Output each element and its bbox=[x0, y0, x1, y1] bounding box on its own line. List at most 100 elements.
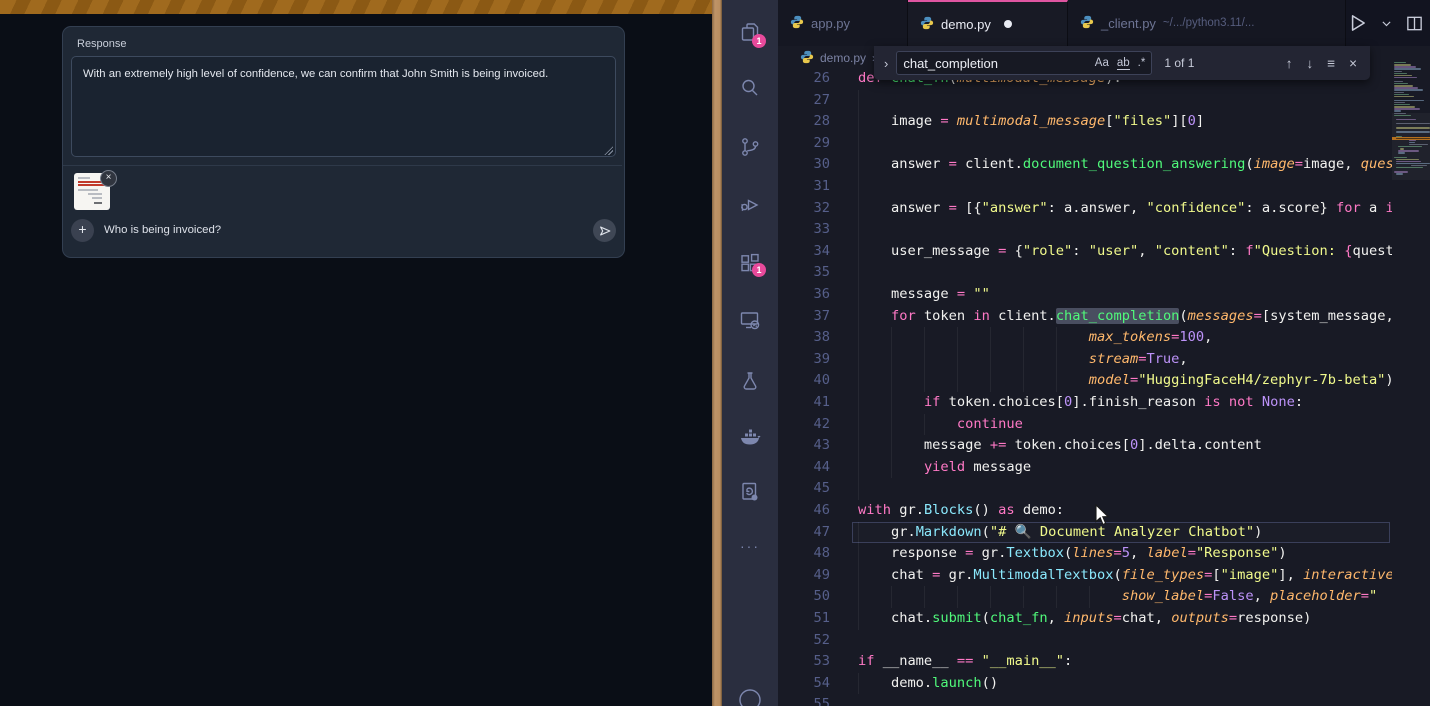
line-number[interactable]: 27 bbox=[798, 90, 830, 112]
line-number[interactable]: 47 bbox=[798, 522, 830, 544]
modified-dot-icon[interactable] bbox=[1004, 20, 1012, 28]
line-number[interactable]: 35 bbox=[798, 262, 830, 284]
code-line[interactable]: 42 continue bbox=[778, 414, 1392, 436]
code-line[interactable]: 35 bbox=[778, 262, 1392, 284]
line-number[interactable]: 28 bbox=[798, 111, 830, 133]
line-number[interactable]: 32 bbox=[798, 198, 830, 220]
testing-icon[interactable] bbox=[738, 369, 762, 393]
find-in-selection-icon[interactable]: ≡ bbox=[1324, 56, 1338, 71]
code-line[interactable]: 52 bbox=[778, 630, 1392, 652]
code-line[interactable]: 48 response = gr.Textbox(lines=5, label=… bbox=[778, 543, 1392, 565]
code-line[interactable]: 43 message += token.choices[0].delta.con… bbox=[778, 435, 1392, 457]
code-editor[interactable]: 26def chat_fn(multimodal_message):2728 i… bbox=[778, 46, 1392, 706]
code-line[interactable]: 36 message = "" bbox=[778, 284, 1392, 306]
code-line[interactable]: 47 gr.Markdown("# 🔍 Document Analyzer Ch… bbox=[778, 522, 1392, 544]
response-textarea[interactable]: With an extremely high level of confiden… bbox=[71, 56, 616, 157]
line-number[interactable]: 29 bbox=[798, 133, 830, 155]
find-input[interactable]: chat_completion Aa ab .* bbox=[896, 51, 1152, 75]
add-file-button[interactable]: + bbox=[71, 219, 94, 242]
line-number[interactable]: 37 bbox=[798, 306, 830, 328]
docker-icon[interactable] bbox=[738, 425, 762, 449]
run-file-icon[interactable] bbox=[1346, 12, 1368, 34]
code-line[interactable]: 51 chat.submit(chat_fn, inputs=chat, out… bbox=[778, 608, 1392, 630]
line-number[interactable]: 26 bbox=[798, 68, 830, 90]
tab-client-py[interactable]: _client.py ~/.../python3.11/... bbox=[1068, 0, 1346, 46]
code-line[interactable]: 41 if token.choices[0].finish_reason is … bbox=[778, 392, 1392, 414]
whole-word-icon[interactable]: ab bbox=[1117, 57, 1130, 70]
code-line[interactable]: 53if __name__ == "__main__": bbox=[778, 651, 1392, 673]
code-line[interactable]: 46 with gr.Blocks() as demo: bbox=[778, 500, 1392, 522]
line-number[interactable]: 44 bbox=[798, 457, 830, 479]
code-line[interactable]: 33 bbox=[778, 219, 1392, 241]
search-icon[interactable] bbox=[738, 76, 762, 100]
code-line[interactable]: 38 max_tokens=100, bbox=[778, 327, 1392, 349]
code-line[interactable]: 44 yield message bbox=[778, 457, 1392, 479]
minimap-line bbox=[1394, 94, 1409, 95]
code-line[interactable]: 55 bbox=[778, 694, 1392, 706]
explorer-icon[interactable]: 1 bbox=[738, 20, 762, 44]
textarea-resize-grip[interactable] bbox=[604, 146, 613, 155]
code-line[interactable]: 45 bbox=[778, 478, 1392, 500]
line-number[interactable]: 52 bbox=[798, 630, 830, 652]
line-number[interactable]: 40 bbox=[798, 370, 830, 392]
line-number[interactable]: 46 bbox=[798, 500, 830, 522]
line-number[interactable]: 30 bbox=[798, 154, 830, 176]
find-replace-toggle-chevron-icon[interactable]: › bbox=[884, 56, 888, 71]
run-dropdown-chevron-icon[interactable] bbox=[1380, 17, 1393, 30]
line-number[interactable]: 51 bbox=[798, 608, 830, 630]
activity-bar: 1 1 bbox=[722, 0, 778, 706]
code-line[interactable]: 37 for token in client.chat_completion(m… bbox=[778, 306, 1392, 328]
code-line[interactable]: 30 answer = client.document_question_ans… bbox=[778, 154, 1392, 176]
minimap-line bbox=[1394, 110, 1401, 111]
line-number[interactable]: 34 bbox=[798, 241, 830, 263]
line-number[interactable]: 49 bbox=[798, 565, 830, 587]
line-number[interactable]: 41 bbox=[798, 392, 830, 414]
line-number[interactable]: 43 bbox=[798, 435, 830, 457]
run-debug-icon[interactable] bbox=[738, 193, 762, 217]
line-number[interactable]: 55 bbox=[798, 694, 830, 706]
line-number[interactable]: 50 bbox=[798, 586, 830, 608]
code-line[interactable]: 29 bbox=[778, 133, 1392, 155]
split-editor-icon[interactable] bbox=[1405, 14, 1424, 33]
tab-app-py[interactable]: app.py bbox=[778, 0, 908, 46]
source-control-icon[interactable] bbox=[738, 135, 762, 159]
line-number[interactable]: 54 bbox=[798, 673, 830, 695]
code-line[interactable]: 27 bbox=[778, 90, 1392, 112]
code-line[interactable]: 40 model="HuggingFaceH4/zephyr-7b-beta") bbox=[778, 370, 1392, 392]
line-number[interactable]: 31 bbox=[798, 176, 830, 198]
find-close-icon[interactable]: × bbox=[1346, 56, 1360, 71]
regex-icon[interactable]: .* bbox=[1138, 57, 1146, 69]
line-number[interactable]: 42 bbox=[798, 414, 830, 436]
code-line[interactable]: 28 image = multimodal_message["files"][0… bbox=[778, 111, 1392, 133]
code-line[interactable]: 49 chat = gr.MultimodalTextbox(file_type… bbox=[778, 565, 1392, 587]
code-line[interactable]: 54 demo.launch() bbox=[778, 673, 1392, 695]
tab-demo-py[interactable]: demo.py bbox=[908, 0, 1068, 46]
send-button[interactable] bbox=[593, 219, 616, 242]
file-gear-icon[interactable] bbox=[738, 480, 762, 504]
line-number[interactable]: 39 bbox=[798, 349, 830, 371]
code-line[interactable]: 34 user_message = {"role": "user", "cont… bbox=[778, 241, 1392, 263]
code-line[interactable]: 39 stream=True, bbox=[778, 349, 1392, 371]
minimap-line bbox=[1396, 136, 1402, 137]
line-number[interactable]: 33 bbox=[798, 219, 830, 241]
find-previous-icon[interactable]: ↑ bbox=[1283, 56, 1296, 71]
line-number[interactable]: 38 bbox=[798, 327, 830, 349]
find-next-icon[interactable]: ↓ bbox=[1303, 56, 1316, 71]
match-case-icon[interactable]: Aa bbox=[1095, 57, 1109, 69]
account-icon[interactable] bbox=[738, 686, 762, 706]
line-number[interactable]: 36 bbox=[798, 284, 830, 306]
code-line[interactable]: 50 show_label=False, placeholder=" bbox=[778, 586, 1392, 608]
code-line[interactable]: 32 answer = [{"answer": a.answer, "confi… bbox=[778, 198, 1392, 220]
code-line[interactable]: 31 bbox=[778, 176, 1392, 198]
extensions-icon[interactable]: 1 bbox=[738, 251, 762, 275]
multimodal-input-text[interactable]: Who is being invoiced? bbox=[104, 224, 221, 236]
attachment-close-icon[interactable]: × bbox=[100, 170, 117, 187]
line-number[interactable]: 45 bbox=[798, 478, 830, 500]
remote-explorer-icon[interactable] bbox=[738, 308, 762, 332]
line-number[interactable]: 53 bbox=[798, 651, 830, 673]
code-text: with gr.Blocks() as demo: bbox=[858, 500, 1064, 522]
line-number[interactable]: 48 bbox=[798, 543, 830, 565]
more-views-icon[interactable]: ··· bbox=[738, 538, 762, 562]
minimap[interactable] bbox=[1392, 50, 1430, 706]
window-divider-strip[interactable] bbox=[712, 0, 722, 706]
